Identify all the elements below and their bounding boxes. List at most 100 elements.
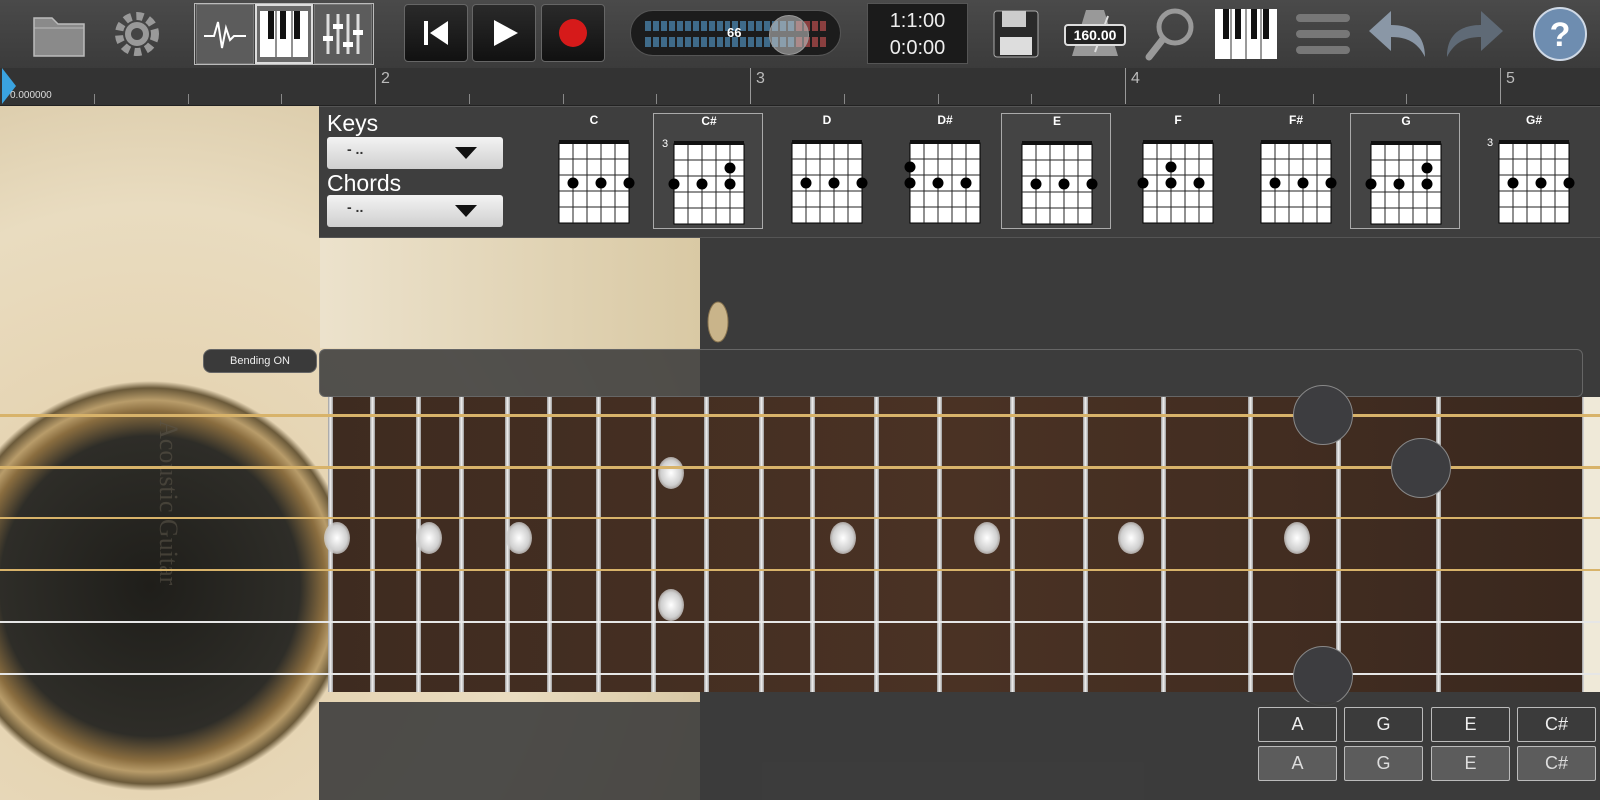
play-button[interactable]	[472, 4, 536, 62]
chord-grid	[668, 141, 745, 225]
waveform-mode-button[interactable]	[196, 4, 254, 64]
guitar-string[interactable]	[0, 569, 1600, 571]
fret-inlay	[1284, 522, 1310, 554]
folder-icon[interactable]	[28, 6, 90, 62]
level-segment	[676, 21, 683, 31]
chord-grid	[904, 140, 981, 224]
bending-strip[interactable]	[319, 349, 1583, 397]
guitar-string[interactable]	[0, 621, 1600, 623]
level-segment	[676, 37, 683, 47]
help-icon[interactable]: ?	[1530, 4, 1590, 64]
level-segment	[700, 21, 707, 31]
level-segment	[819, 37, 826, 47]
chord-diagram-c[interactable]: C	[539, 113, 649, 229]
level-segment	[700, 37, 707, 47]
gear-icon[interactable]	[106, 6, 168, 62]
level-segment	[756, 21, 763, 31]
bending-toggle[interactable]: Bending ON	[203, 349, 317, 373]
chevron-down-icon	[455, 205, 477, 217]
fret-wire	[459, 397, 464, 692]
chords-dropdown[interactable]: - ..	[327, 195, 503, 227]
master-volume-meter[interactable]: 66	[630, 10, 841, 56]
level-segment	[819, 21, 826, 31]
chevron-down-icon	[455, 147, 477, 159]
fret-inlay	[416, 522, 442, 554]
chord-name: D#	[937, 113, 953, 127]
chords-label: Chords	[327, 170, 402, 196]
level-segment	[756, 37, 763, 47]
chord-name: C	[589, 113, 599, 127]
string-button-c-sharp-alt[interactable]: C#	[1517, 746, 1596, 781]
record-button[interactable]	[541, 4, 605, 62]
chord-grid	[1365, 141, 1442, 225]
chord-diagram-e[interactable]: E	[1001, 113, 1111, 229]
finger-touch-point[interactable]	[1293, 646, 1353, 706]
finger-touch-point[interactable]	[1391, 438, 1451, 498]
chord-fret-label: 3	[1487, 137, 1494, 149]
chord-diagram-f-sharp[interactable]: F#	[1241, 113, 1351, 229]
volume-knob[interactable]	[769, 15, 809, 55]
chord-diagram-g-sharp[interactable]: G# 3	[1479, 113, 1589, 229]
mixer-icon	[323, 14, 363, 54]
fret-wire	[759, 397, 764, 692]
chord-diagram-g[interactable]: G	[1350, 113, 1460, 229]
level-segment	[645, 21, 651, 31]
menu-icon[interactable]	[1292, 8, 1354, 60]
guitar-string[interactable]	[0, 673, 1600, 675]
tuning-peg-icon	[707, 301, 729, 343]
level-segment	[668, 37, 675, 47]
fret-wire	[704, 397, 709, 692]
fret-wire	[1010, 397, 1015, 692]
chord-diagram-c-sharp[interactable]: C# 3	[653, 113, 763, 229]
rewind-button[interactable]	[404, 4, 468, 62]
keys-dropdown[interactable]: - ..	[327, 137, 503, 169]
save-icon[interactable]	[988, 6, 1044, 62]
guitar-string[interactable]	[0, 466, 1600, 469]
level-segment	[668, 21, 675, 31]
time-clock: 0:0:00	[889, 37, 946, 59]
redo-icon[interactable]	[1442, 6, 1506, 62]
chord-grid	[1260, 140, 1337, 224]
string-button-e[interactable]: E	[1431, 707, 1510, 742]
chord-name: G	[1401, 114, 1411, 128]
keyboard-icon[interactable]	[1212, 6, 1280, 62]
timeline-ruler[interactable]: 0.000000 2 3 4 5	[0, 68, 1600, 106]
level-segment	[652, 37, 659, 47]
level-segment	[748, 37, 755, 47]
piano-mode-button[interactable]	[255, 4, 313, 64]
fretboard[interactable]	[324, 397, 1587, 692]
guitar-string[interactable]	[0, 414, 1600, 417]
svg-text:?: ?	[1550, 16, 1571, 54]
level-segment	[684, 37, 691, 47]
level-segment	[660, 37, 667, 47]
chord-name: C#	[701, 114, 717, 128]
chord-name: G#	[1525, 113, 1542, 127]
tempo-control[interactable]: 160.00	[1064, 8, 1126, 58]
fret-wire	[937, 397, 942, 692]
svg-text:Acoustic Guitar: Acoustic Guitar	[154, 420, 180, 586]
level-segment	[660, 21, 667, 31]
level-segment	[692, 21, 699, 31]
volume-value: 66	[727, 25, 742, 40]
mixer-mode-button[interactable]	[314, 4, 372, 64]
string-button-g[interactable]: G	[1344, 707, 1423, 742]
finger-touch-point[interactable]	[1293, 385, 1353, 445]
bar-number: 4	[1131, 70, 1140, 87]
string-button-e-alt[interactable]: E	[1431, 746, 1510, 781]
string-button-g-alt[interactable]: G	[1344, 746, 1423, 781]
chord-diagram-d-sharp[interactable]: D#	[890, 113, 1000, 229]
chord-diagram-f[interactable]: F	[1123, 113, 1233, 229]
chord-diagram-d[interactable]: D	[772, 113, 882, 229]
level-segment	[748, 21, 755, 31]
string-button-a[interactable]: A	[1258, 707, 1337, 742]
keys-dropdown-value: - ..	[347, 141, 364, 157]
undo-icon[interactable]	[1366, 6, 1430, 62]
level-segment	[716, 21, 723, 31]
level-segment	[692, 37, 699, 47]
string-button-c-sharp[interactable]: C#	[1517, 707, 1596, 742]
fret-inlay	[658, 589, 684, 621]
guitar-string[interactable]	[0, 517, 1600, 519]
zoom-icon[interactable]	[1142, 4, 1200, 64]
level-segment	[684, 21, 691, 31]
string-button-a-alt[interactable]: A	[1258, 746, 1337, 781]
